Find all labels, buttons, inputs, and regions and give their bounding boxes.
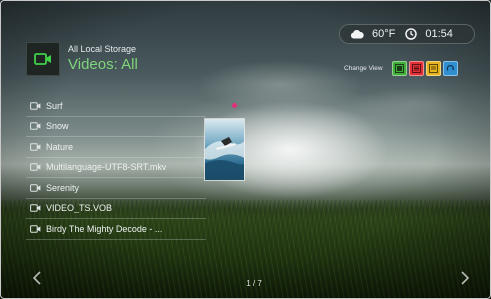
- file-item-serenity[interactable]: Serenity: [26, 178, 206, 199]
- chevron-right-icon: [461, 271, 469, 285]
- reload-icon: [446, 64, 454, 71]
- reload-button[interactable]: [442, 60, 458, 76]
- video-file-icon: [30, 225, 41, 233]
- file-label: Surf: [46, 100, 63, 111]
- file-item-nature[interactable]: Nature: [26, 137, 206, 158]
- file-item-snow[interactable]: Snow: [26, 117, 206, 137]
- video-camera-icon: [26, 42, 60, 76]
- list-view-icon: [411, 63, 421, 73]
- clock-time: 01:54: [425, 28, 453, 40]
- cloud-icon: [350, 29, 364, 39]
- detail-view-icon: [428, 63, 438, 73]
- file-label: Multilanguage-UTF8-SRT.mkv: [46, 162, 167, 173]
- selection-indicator: [232, 103, 237, 108]
- page-title: Videos: All: [68, 56, 138, 73]
- video-file-icon: [30, 184, 41, 192]
- file-label: Nature: [46, 141, 74, 152]
- source-label: All Local Storage: [68, 44, 137, 54]
- surf-thumbnail: [204, 118, 245, 181]
- detail-view-button[interactable]: [425, 60, 441, 76]
- file-label: Serenity: [46, 182, 80, 193]
- clock-icon: [405, 28, 418, 40]
- previous-page-button[interactable]: [30, 268, 44, 288]
- video-file-icon: [30, 102, 41, 110]
- file-label: VIDEO_TS.VOB: [46, 203, 113, 214]
- next-page-button[interactable]: [458, 268, 472, 288]
- file-label: Birdy The Mighty Decode - ...: [46, 223, 163, 234]
- media-browser-screen: All Local Storage Videos: All 60°F 01:54…: [0, 0, 491, 299]
- grid-view-icon: [394, 63, 404, 73]
- file-item-surf[interactable]: Surf: [26, 96, 206, 117]
- grid-view-button[interactable]: [391, 60, 407, 76]
- file-item-video-ts[interactable]: VIDEO_TS.VOB: [26, 199, 206, 219]
- video-file-icon: [30, 204, 41, 212]
- file-list: Surf Snow Nature Multilanguage-UTF8-SRT.…: [26, 96, 206, 240]
- video-file-icon: [30, 143, 41, 151]
- list-view-button[interactable]: [408, 60, 424, 76]
- file-item-birdy[interactable]: Birdy The Mighty Decode - ...: [26, 219, 206, 240]
- temperature: 60°F: [372, 28, 396, 40]
- file-item-multilanguage[interactable]: Multilanguage-UTF8-SRT.mkv: [26, 158, 206, 178]
- video-file-icon: [30, 122, 41, 130]
- chevron-left-icon: [33, 271, 41, 285]
- status-bar: 60°F 01:54: [339, 24, 475, 44]
- page-indicator: 1 / 7: [246, 279, 262, 288]
- file-label: Snow: [46, 121, 69, 132]
- change-view-bar: Change View: [344, 60, 460, 76]
- change-view-label: Change View: [344, 64, 383, 72]
- video-file-icon: [30, 163, 41, 171]
